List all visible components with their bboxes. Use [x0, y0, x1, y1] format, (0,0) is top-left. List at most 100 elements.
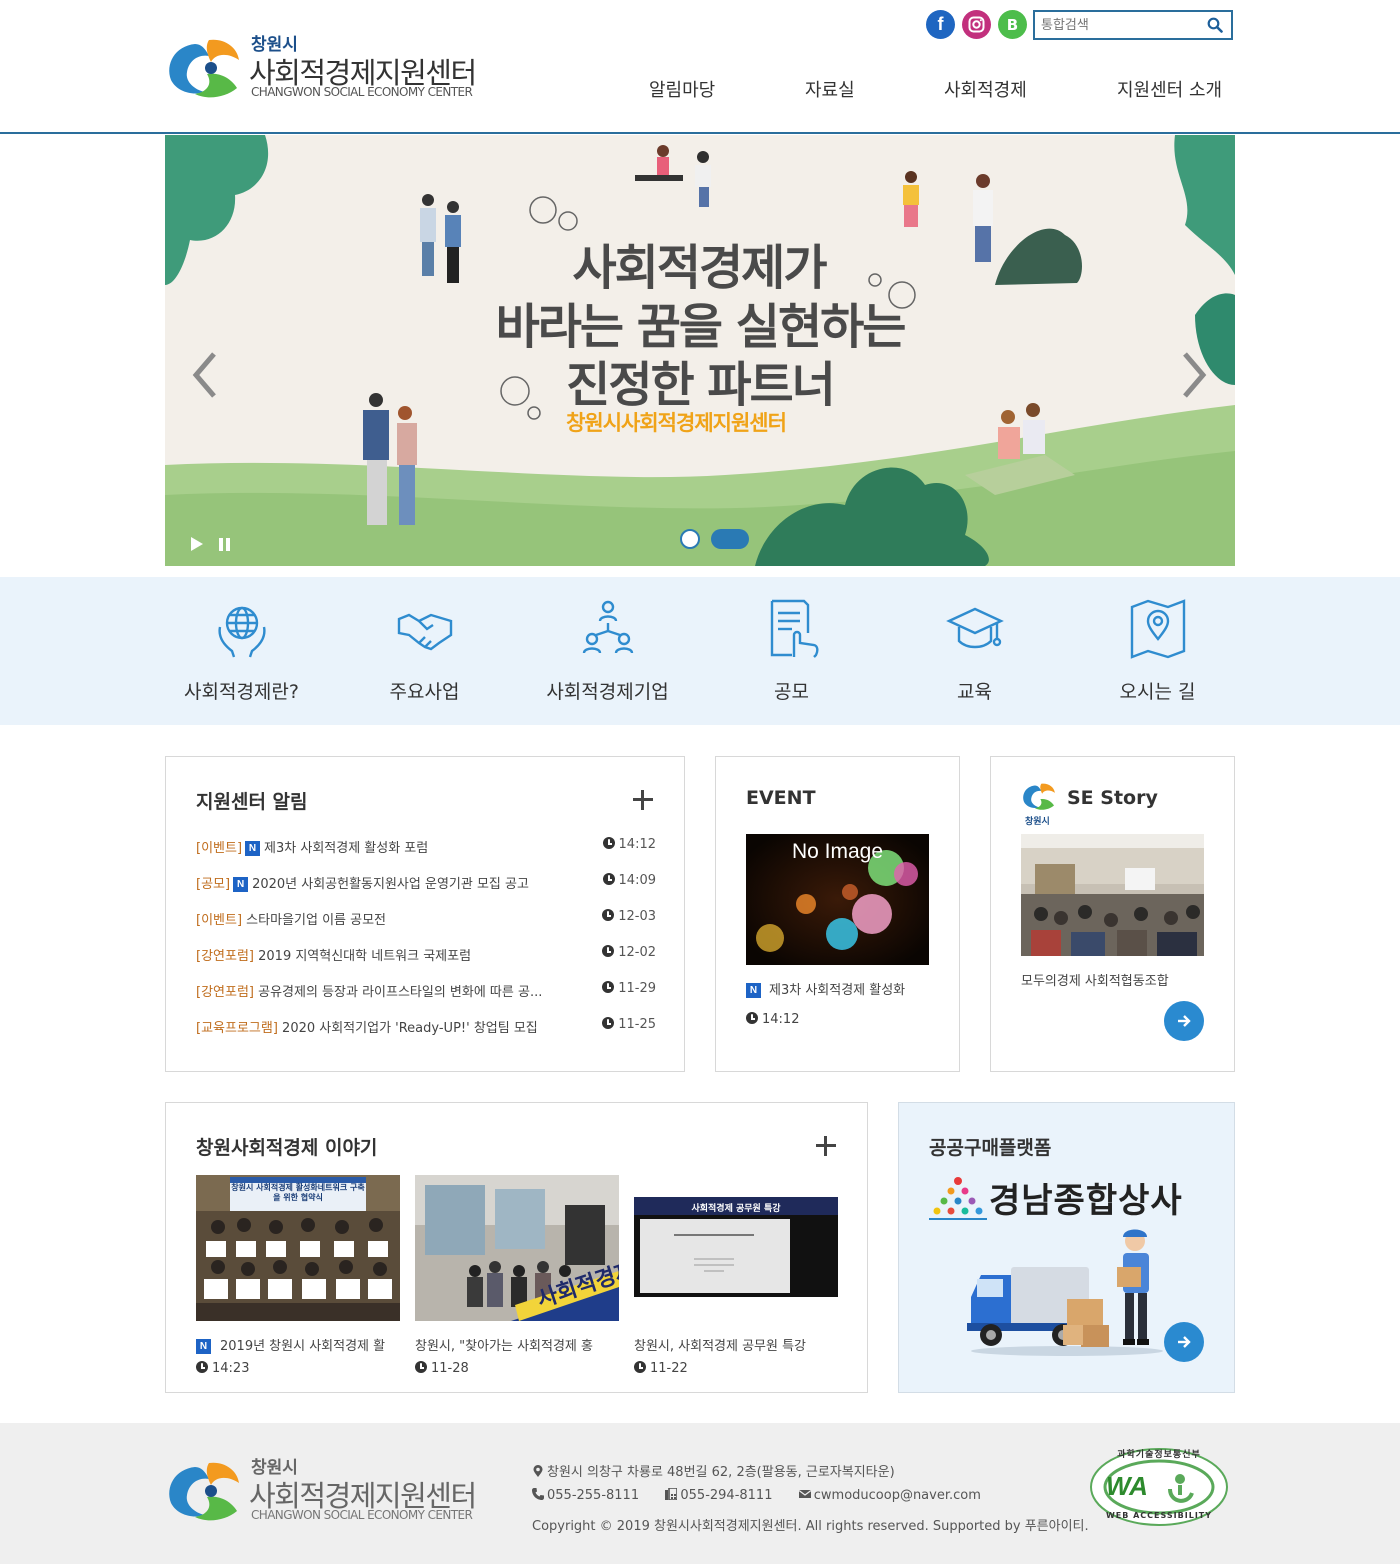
- quick-label: 오시는 길: [1119, 681, 1196, 703]
- quick-item-contest[interactable]: 공모: [700, 577, 883, 725]
- arrow-right-icon: [1178, 1336, 1191, 1348]
- quick-item-education[interactable]: 교육: [883, 577, 1066, 725]
- story-image: 창원시 사회적경제 활성화네트워크 구축을 위한 협약식: [196, 1175, 400, 1321]
- notice-time: 12-03: [602, 909, 656, 924]
- se-story-image[interactable]: [1021, 834, 1204, 956]
- nav-about-center[interactable]: 지원센터 소개: [1117, 76, 1222, 102]
- changwon-logo-icon: [1023, 783, 1055, 810]
- seminar-photo: [1021, 834, 1204, 956]
- stories-box: 창원사회적경제 이야기 창원시 사회적경제 활성화네트워크 구축을 위한 협약식…: [165, 1102, 868, 1393]
- notice-category: [강연포럼]: [196, 985, 254, 1000]
- footer-email-text[interactable]: cwmoducoop@naver.com: [814, 1488, 981, 1503]
- footer-copyright: Copyright © 2019 창원시사회적경제지원센터. All right…: [532, 1519, 1089, 1534]
- clock-icon: [196, 1361, 208, 1373]
- banner-subtitle: 창원시사회적경제지원센터: [566, 411, 787, 435]
- stories-title: 창원사회적경제 이야기: [196, 1137, 378, 1159]
- banner-dot-1[interactable]: [680, 529, 700, 549]
- procurement-title: 공공구매플랫폼: [929, 1137, 1052, 1159]
- event-title: EVENT: [746, 787, 816, 809]
- story-time: 11-22: [634, 1361, 688, 1376]
- notice-box: 지원센터 알림 [이벤트] N 제3차 사회적경제 활성화 포럼 14:12 [공모…: [165, 756, 685, 1072]
- instagram-icon[interactable]: [962, 10, 991, 39]
- story-time: 14:23: [196, 1361, 249, 1376]
- web-accessibility-mark[interactable]: WA 과학기술정보통신부 WEB ACCESSIBILITY: [1088, 1445, 1230, 1529]
- event-box: EVENT No Image N 제3차 사회적경제 활성화 14:12: [715, 756, 960, 1072]
- nav-social-economy[interactable]: 사회적경제: [944, 76, 1027, 102]
- site-logo[interactable]: 창원시 사회적경제지원센터 CHANGWON SOCIAL ECONOMY CE…: [165, 30, 485, 104]
- notice-item-title: 2019 지역혁신대학 네트워크 국제포럼: [258, 949, 472, 964]
- mail-icon: [798, 1490, 811, 1498]
- notice-time: 11-25: [602, 1017, 656, 1032]
- graduation-cap-icon: [945, 607, 1004, 649]
- notice-time-text: 11-29: [618, 981, 656, 996]
- location-icon: [533, 1465, 543, 1477]
- new-badge: N: [746, 983, 761, 998]
- quick-item-main-business[interactable]: 주요사업: [333, 577, 516, 725]
- footer-logo-mark-icon: [169, 1462, 239, 1521]
- banner-prev-icon[interactable]: [190, 350, 220, 400]
- search-input[interactable]: [1035, 12, 1195, 38]
- event-time: 14:12: [746, 1012, 799, 1027]
- procurement-box[interactable]: 공공구매플랫폼 경남종합상사: [898, 1102, 1235, 1393]
- notice-time-text: 11-25: [618, 1017, 656, 1032]
- new-badge: N: [196, 1339, 211, 1354]
- quick-item-about-se[interactable]: 사회적경제란?: [150, 577, 333, 725]
- story-card[interactable]: 창원시 사회적경제 활성화네트워크 구축을 위한 협약식 N 2019년 창원시 …: [196, 1175, 400, 1376]
- booth-photo: [415, 1175, 619, 1321]
- banner-dot-2[interactable]: [711, 529, 749, 549]
- main-banner[interactable]: 사회적경제가 바라는 꿈을 실현하는 진정한 파트너 창원시사회적경제지원센터: [165, 135, 1235, 566]
- footer-contacts: 055-255-8111 055-294-8111 cwmoducoop@nav…: [532, 1488, 981, 1503]
- story-card[interactable]: 사회적경제 공무원 특강 창원시, 사회적경제 공무원 특강 11-22: [634, 1175, 838, 1376]
- notice-item[interactable]: [교육프로그램] 2020 사회적기업가 'Ready-UP!' 창업팀 모집 …: [196, 1017, 656, 1039]
- delivery-truck-illustration: [967, 1229, 1163, 1356]
- footer-fax-text: 055-294-8111: [680, 1488, 773, 1503]
- logo-mark-icon: [169, 39, 239, 98]
- notice-more-icon[interactable]: [633, 790, 653, 810]
- changwon-logo-text: 창원시: [1025, 817, 1050, 827]
- quick-label: 사회적경제기업: [546, 681, 669, 703]
- notice-time-text: 14:12: [618, 837, 656, 852]
- footer-address: 창원시 의창구 차룡로 48번길 62, 2층(팔용동, 근로자복지타운): [532, 1461, 895, 1480]
- notice-category: [강연포럼]: [196, 949, 254, 964]
- globe-hands-icon: [217, 606, 266, 658]
- quick-item-directions[interactable]: 오시는 길: [1066, 577, 1249, 725]
- clock-icon: [602, 981, 615, 993]
- no-image-text: No Image: [791, 840, 884, 863]
- event-caption[interactable]: N 제3차 사회적경제 활성화: [746, 979, 905, 998]
- notice-item[interactable]: [이벤트] 스타마을기업 이름 공모전 12-03: [196, 909, 656, 931]
- facebook-icon[interactable]: f: [926, 10, 955, 39]
- footer-logo[interactable]: 창원시 사회적경제지원센터 CHANGWON SOCIAL ECONOMY CE…: [165, 1453, 485, 1527]
- quick-item-se-companies[interactable]: 사회적경제기업: [516, 577, 699, 725]
- notice-category: [교육프로그램]: [196, 1021, 278, 1036]
- clock-icon: [602, 1017, 615, 1029]
- notice-item[interactable]: [이벤트] N 제3차 사회적경제 활성화 포럼 14:12: [196, 837, 656, 859]
- fax-icon: [665, 1488, 678, 1500]
- play-icon[interactable]: [190, 537, 204, 551]
- nav-archive[interactable]: 자료실: [805, 76, 855, 102]
- pause-icon[interactable]: [218, 538, 232, 551]
- phone-icon: [532, 1488, 544, 1500]
- search-icon[interactable]: [1207, 17, 1223, 33]
- event-image[interactable]: No Image: [746, 834, 929, 965]
- story-time-text: 11-28: [431, 1361, 469, 1376]
- nav-notice[interactable]: 알림마당: [649, 76, 715, 102]
- clock-icon: [415, 1361, 427, 1373]
- new-badge: N: [233, 877, 249, 892]
- procurement-more-button[interactable]: [1164, 1322, 1204, 1362]
- wa-bottom-text: WEB ACCESSIBILITY: [1105, 1511, 1213, 1520]
- notice-item[interactable]: [강연포럼] 공유경제의 등장과 라이프스타일의 변화에 따른 공... 11-…: [196, 981, 656, 1003]
- banner-next-icon[interactable]: [1179, 350, 1209, 400]
- arrow-right-icon: [1178, 1015, 1191, 1027]
- story-card[interactable]: 사회적경제 창원시, "찾아가는 사회적경제 홍 11-28: [415, 1175, 619, 1376]
- stories-more-icon[interactable]: [816, 1136, 836, 1156]
- se-story-more-button[interactable]: [1164, 1001, 1204, 1041]
- quick-label: 사회적경제란?: [184, 681, 299, 703]
- story-image: 사회적경제 공무원 특강: [634, 1175, 838, 1321]
- map-pin-icon: [1130, 599, 1185, 659]
- blog-icon[interactable]: B: [998, 10, 1027, 39]
- document-hand-icon: [770, 599, 819, 658]
- wa-mark-text: WA: [1106, 1471, 1148, 1501]
- notice-item[interactable]: [강연포럼] 2019 지역혁신대학 네트워크 국제포럼 12-02: [196, 945, 656, 967]
- notice-item[interactable]: [공모] N 2020년 사회공헌활동지원사업 운영기관 모집 공고 14:09: [196, 873, 656, 895]
- se-story-caption[interactable]: 모두의경제 사회적협동조합: [1021, 970, 1169, 989]
